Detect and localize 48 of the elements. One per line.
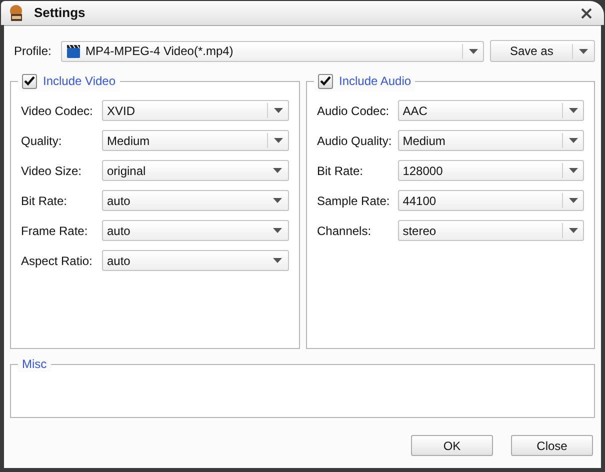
dropdown-arrow-icon [273, 228, 282, 233]
dropdown-arrow-icon [274, 108, 282, 113]
window-title: Settings [34, 4, 86, 22]
dropdown-arrow-icon [579, 48, 588, 54]
dropdown[interactable]: auto [102, 190, 289, 211]
field-label: Channels: [317, 222, 372, 240]
dropdown[interactable]: original [102, 160, 289, 181]
dropdown[interactable]: auto [102, 250, 289, 271]
group-title: Include Video [43, 73, 116, 90]
profile-label: Profile: [14, 43, 52, 60]
field-label: Sample Rate: [317, 192, 391, 210]
dropdown-arrow-icon [568, 198, 578, 203]
dropdown-arrow-icon [273, 168, 282, 173]
dropdown-arrow-icon [568, 228, 578, 233]
field-label: Bit Rate: [21, 192, 68, 210]
dropdown-arrow-icon [273, 258, 282, 263]
dropdown-arrow-icon [568, 108, 578, 113]
dropdown[interactable]: stereo [398, 220, 584, 241]
dialog-button[interactable]: OK [411, 435, 493, 456]
dropdown[interactable]: Medium [398, 130, 584, 151]
include-checkbox[interactable] [318, 74, 333, 88]
field-label: Video Codec: [21, 102, 94, 120]
dropdown[interactable]: Medium [102, 130, 289, 151]
field-label: Audio Codec: [317, 102, 390, 120]
field-label: Bit Rate: [317, 162, 364, 180]
dropdown[interactable]: 44100 [398, 190, 584, 211]
dropdown-arrow-icon [274, 138, 282, 143]
profile-dropdown[interactable]: MP4-MPEG-4 Video(*.mp4) [61, 40, 484, 62]
dropdown[interactable]: XVID [102, 100, 289, 121]
dropdown-arrow-icon [568, 168, 578, 173]
dropdown[interactable]: auto [102, 220, 289, 241]
group-title: Include Audio [339, 73, 412, 90]
field-label: Video Size: [21, 162, 82, 180]
dialog-button[interactable]: Close [511, 435, 593, 456]
field-label: Audio Quality: [317, 132, 393, 150]
save-as-button[interactable]: Save as [490, 40, 596, 62]
app-logo-icon [7, 4, 25, 22]
include-checkbox[interactable] [22, 74, 37, 88]
dropdown-arrow-icon [273, 198, 282, 203]
group-title: Misc [18, 356, 51, 372]
field-label: Quality: [21, 132, 63, 150]
dropdown[interactable]: AAC [398, 100, 584, 121]
field-label: Frame Rate: [21, 222, 89, 240]
dropdown-arrow-icon [468, 48, 478, 54]
video-clapper-icon [66, 44, 82, 58]
dropdown[interactable]: 128000 [398, 160, 584, 181]
field-label: Aspect Ratio: [21, 252, 94, 270]
dropdown-arrow-icon [568, 138, 578, 143]
